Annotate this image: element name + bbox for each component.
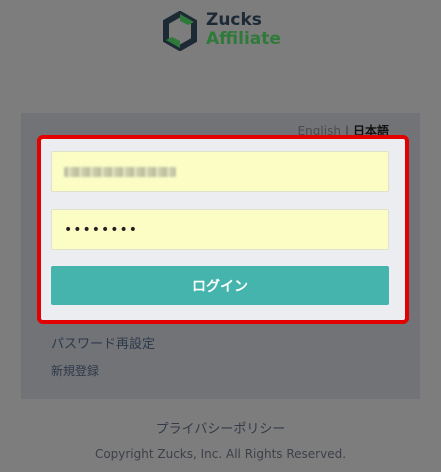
email-field[interactable]	[51, 151, 389, 192]
brand-wordmark: Zucks Affiliate	[206, 11, 281, 49]
password-field[interactable]: ••••••••	[51, 209, 389, 250]
register-link[interactable]: 新規登録	[51, 362, 99, 379]
brand-line1: Zucks	[206, 10, 262, 30]
brand-line2: Affiliate	[206, 29, 281, 49]
login-button[interactable]: ログイン	[51, 266, 389, 305]
hexagon-logo-icon	[163, 11, 197, 51]
brand-logo: Zucks Affiliate	[160, 9, 290, 53]
password-value: ••••••••	[64, 221, 139, 238]
login-form-highlight: •••••••• ログイン	[37, 135, 409, 324]
copyright-text: Copyright Zucks, Inc. All Rights Reserve…	[94, 447, 347, 461]
reset-password-link[interactable]: パスワード再設定	[51, 333, 155, 352]
email-obscured-value	[64, 166, 176, 177]
privacy-policy-link[interactable]: プライバシーポリシー	[0, 418, 441, 437]
